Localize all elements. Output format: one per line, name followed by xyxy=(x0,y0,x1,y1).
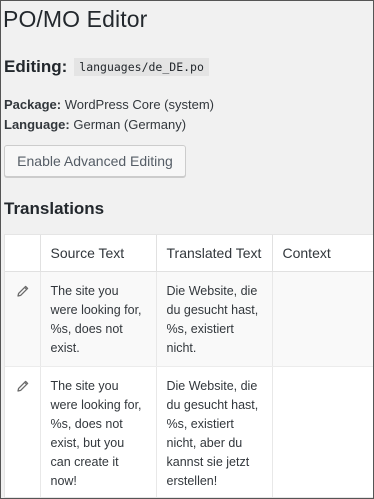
package-value: WordPress Core (system) xyxy=(64,97,215,112)
language-info: Language: German (Germany) xyxy=(4,117,186,132)
column-header-translated[interactable]: Translated Text xyxy=(156,235,273,272)
row-edit-cell[interactable] xyxy=(5,366,41,497)
row-context xyxy=(272,271,373,367)
column-header-source[interactable]: Source Text xyxy=(40,235,157,272)
pencil-icon[interactable] xyxy=(16,284,30,298)
editing-file-name: languages/de_DE.po xyxy=(74,58,209,76)
page-title: PO/MO Editor xyxy=(3,6,148,32)
enable-advanced-editing-button[interactable]: Enable Advanced Editing xyxy=(4,145,186,177)
row-translated-text: Die Website, die du gesucht hast, %s, ex… xyxy=(156,271,273,367)
pencil-icon[interactable] xyxy=(16,379,30,393)
row-edit-cell[interactable] xyxy=(5,271,41,367)
language-label: Language: xyxy=(4,117,70,132)
table-row[interactable]: The site you were looking for, %s, does … xyxy=(5,366,373,497)
table-row[interactable]: The site you were looking for, %s, does … xyxy=(5,271,373,367)
translations-heading: Translations xyxy=(4,199,105,218)
column-header-icon xyxy=(5,235,41,272)
table-header-row: Source Text Translated Text Context xyxy=(5,235,373,272)
editing-label: Editing: xyxy=(4,57,68,76)
editing-row: Editing: languages/de_DE.po xyxy=(4,56,209,78)
language-value: German (Germany) xyxy=(73,117,187,132)
row-context xyxy=(272,366,373,497)
row-source-text: The site you were looking for, %s, does … xyxy=(40,271,157,367)
row-translated-text: Die Website, die du gesucht hast, %s, ex… xyxy=(156,366,273,497)
column-header-context[interactable]: Context xyxy=(272,235,373,272)
package-label: Package: xyxy=(4,97,62,112)
row-source-text: The site you were looking for, %s, does … xyxy=(40,366,157,497)
translations-table: Source Text Translated Text Context The … xyxy=(4,234,374,498)
package-info: Package: WordPress Core (system) xyxy=(4,97,214,112)
